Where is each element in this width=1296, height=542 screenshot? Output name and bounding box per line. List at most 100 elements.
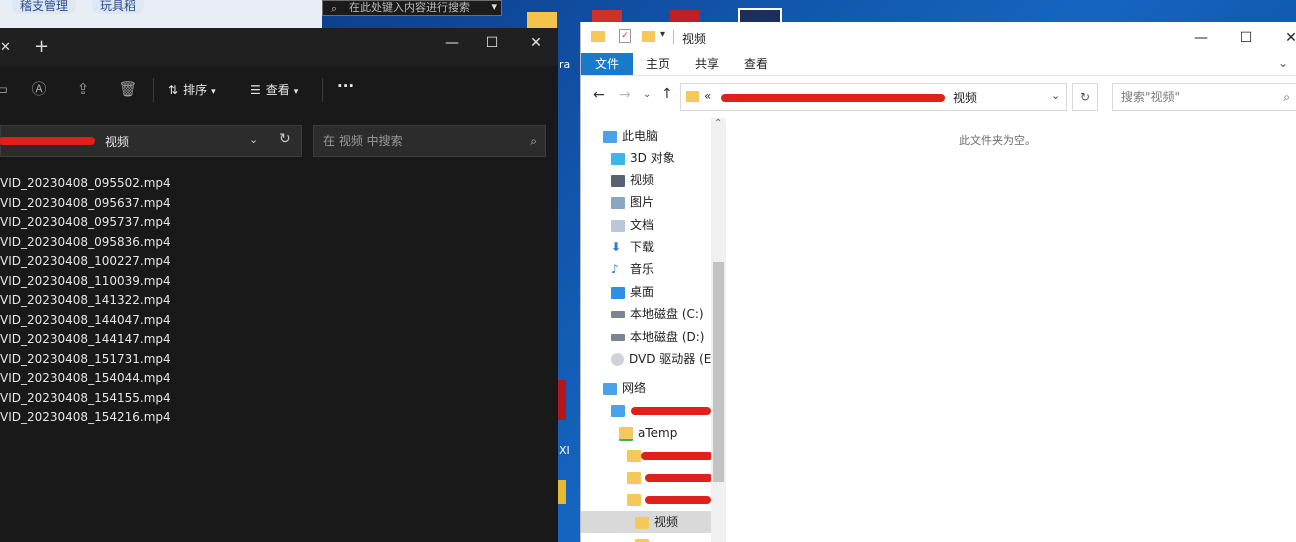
sort-icon: ⇅ xyxy=(168,83,179,97)
recent-locations-icon[interactable]: ⌄ xyxy=(643,89,651,100)
more-options-button[interactable]: ··· xyxy=(337,77,354,95)
address-dropdown-icon[interactable]: ⌄ xyxy=(1051,89,1060,102)
customize-dropdown-icon[interactable]: ▾ xyxy=(660,29,665,40)
title-separator xyxy=(673,30,674,44)
nav-item-videos-selected[interactable]: 视频 xyxy=(581,511,711,533)
close-button[interactable]: ✕ xyxy=(1269,23,1296,53)
light-search-box[interactable]: 搜索"视频" ⌕ xyxy=(1112,83,1296,111)
nav-item-partial-folder[interactable] xyxy=(635,533,654,542)
light-address-bar[interactable]: « 视频 ⌄ xyxy=(680,83,1067,111)
tab-close-icon[interactable]: ✕ xyxy=(0,40,11,55)
nav-item-network-computer[interactable] xyxy=(611,399,711,421)
nav-item-desktop[interactable]: 桌面 xyxy=(611,281,654,303)
minimize-button[interactable]: — xyxy=(1179,23,1223,53)
folder-icon xyxy=(627,471,641,484)
file-item[interactable]: VID_20230408_141322.mp4 xyxy=(0,291,171,311)
maximize-button[interactable]: ☐ xyxy=(470,28,514,58)
taskbar-search-placeholder: 在此处键入内容进行搜索 xyxy=(349,1,470,14)
taskbar-search-box[interactable]: ⌕ 在此处键入内容进行搜索 ▾ xyxy=(322,0,502,16)
close-button[interactable]: ✕ xyxy=(514,28,558,58)
new-folder-icon[interactable] xyxy=(642,31,655,42)
nav-item-documents[interactable]: 文档 xyxy=(611,214,654,236)
nav-label: 下载 xyxy=(630,240,655,254)
ribbon-tab-share[interactable]: 共享 xyxy=(684,53,730,75)
delete-icon[interactable]: 🗑 xyxy=(117,78,139,100)
address-dropdown-icon[interactable]: ⌄ xyxy=(249,133,258,146)
nav-item-videos[interactable]: 视频 xyxy=(611,169,654,191)
dark-search-box[interactable]: 在 视频 中搜索 ⌕ xyxy=(313,125,546,157)
nav-label: 文档 xyxy=(630,218,655,232)
up-arrow-icon[interactable]: ↑ xyxy=(661,86,673,102)
new-tab-button[interactable]: + xyxy=(34,36,49,57)
file-item[interactable]: VID_20230408_095836.mp4 xyxy=(0,233,171,253)
file-item[interactable]: VID_20230408_154044.mp4 xyxy=(0,369,171,389)
light-file-explorer-window: ✓ ▾ 视频 — ☐ ✕ 文件 主页 共享 查看 ⌄ ← → ⌄ ↑ « 视频 … xyxy=(580,22,1296,542)
nav-item-downloads[interactable]: ⬇ 下载 xyxy=(611,236,654,258)
film-icon xyxy=(611,174,625,187)
rename-icon[interactable]: Ⓐ xyxy=(28,78,50,100)
folder-content-area[interactable]: 此文件夹为空。 xyxy=(728,118,1296,542)
search-icon: ⌕ xyxy=(331,2,338,15)
address-overflow-marker[interactable]: « xyxy=(704,89,711,103)
scrollbar-thumb[interactable] xyxy=(713,262,724,482)
scroll-up-arrow-icon[interactable]: ⌃ xyxy=(714,118,722,129)
nav-item-atemp[interactable]: aTemp xyxy=(619,422,677,444)
file-item[interactable]: VID_20230408_095637.mp4 xyxy=(0,194,171,214)
desktop-yellow-icon-fragment xyxy=(558,480,566,504)
back-arrow-icon[interactable]: ← xyxy=(593,87,605,103)
empty-folder-message: 此文件夹为空。 xyxy=(959,134,1036,147)
window-title: 视频 xyxy=(682,32,707,46)
redacted-computer-name xyxy=(631,407,711,415)
nav-item-redacted-folder-1[interactable] xyxy=(627,444,713,466)
address-current-folder: 视频 xyxy=(105,135,130,149)
view-button[interactable]: ☰ 查看 ▾ xyxy=(250,81,298,98)
file-item[interactable]: VID_20230408_095737.mp4 xyxy=(0,213,171,233)
minimize-button[interactable]: — xyxy=(430,28,474,58)
file-item[interactable]: VID_20230408_154216.mp4 xyxy=(0,408,171,428)
toolbar-divider-2 xyxy=(322,78,323,102)
file-item[interactable]: VID_20230408_110039.mp4 xyxy=(0,272,171,292)
picture-icon xyxy=(611,196,625,209)
refresh-button[interactable]: ↻ xyxy=(1072,83,1098,111)
desktop-icon xyxy=(611,286,625,299)
file-item[interactable]: VID_20230408_095502.mp4 xyxy=(0,174,171,194)
nav-item-network[interactable]: 网络 xyxy=(603,377,646,399)
file-item[interactable]: VID_20230408_144047.mp4 xyxy=(0,311,171,331)
forward-arrow-icon[interactable]: → xyxy=(619,87,631,103)
tag-button-1[interactable]: 稽支管理 xyxy=(12,0,77,14)
properties-icon[interactable]: ✓ xyxy=(619,29,631,43)
file-item[interactable]: VID_20230408_144147.mp4 xyxy=(0,330,171,350)
redacted-path xyxy=(721,94,945,102)
nav-item-this-pc[interactable]: 此电脑 xyxy=(603,125,658,147)
refresh-icon: ↻ xyxy=(1079,90,1091,104)
refresh-icon[interactable]: ↻ xyxy=(279,131,291,147)
nav-item-drive-d[interactable]: 本地磁盘 (D:) xyxy=(611,326,704,348)
tag-button-2[interactable]: 玩具稻 xyxy=(92,0,145,14)
nav-item-drive-c[interactable]: 本地磁盘 (C:) xyxy=(611,303,704,325)
light-title-bar: ✓ ▾ 视频 — ☐ ✕ xyxy=(581,22,1296,54)
ribbon-tab-home[interactable]: 主页 xyxy=(635,53,681,75)
ribbon-tab-view[interactable]: 查看 xyxy=(733,53,779,75)
dark-address-bar[interactable]: 视频 ⌄ ↻ xyxy=(0,125,302,157)
ribbon-tab-file[interactable]: 文件 xyxy=(581,53,633,75)
computer-icon xyxy=(611,404,625,417)
expand-ribbon-icon[interactable]: ⌄ xyxy=(1278,56,1288,70)
nav-item-3d-objects[interactable]: 3D 对象 xyxy=(611,147,675,169)
dropdown-arrow-icon[interactable]: ▾ xyxy=(491,0,497,14)
nav-item-redacted-folder-3[interactable] xyxy=(627,488,713,510)
cut-icon[interactable]: ▭ xyxy=(0,78,12,100)
file-item[interactable]: VID_20230408_100227.mp4 xyxy=(0,252,171,272)
nav-item-dvd-drive[interactable]: DVD 驱动器 (E:) xyxy=(611,348,720,370)
nav-item-music[interactable]: ♪ 音乐 xyxy=(611,258,654,280)
file-item[interactable]: VID_20230408_151731.mp4 xyxy=(0,350,171,370)
dark-title-bar: ✕ + — ☐ ✕ xyxy=(0,28,558,66)
nav-item-pictures[interactable]: 图片 xyxy=(611,191,654,213)
nav-item-redacted-folder-2[interactable] xyxy=(627,466,713,488)
sort-button[interactable]: ⇅ 排序 ▾ xyxy=(168,81,216,98)
nav-pane-scrollbar[interactable]: ⌃ xyxy=(711,118,726,542)
file-item[interactable]: VID_20230408_154155.mp4 xyxy=(0,389,171,409)
computer-icon xyxy=(603,130,617,143)
share-icon[interactable]: ⇪ xyxy=(72,78,94,100)
nav-label: 视频 xyxy=(630,173,655,187)
maximize-button[interactable]: ☐ xyxy=(1224,23,1268,53)
